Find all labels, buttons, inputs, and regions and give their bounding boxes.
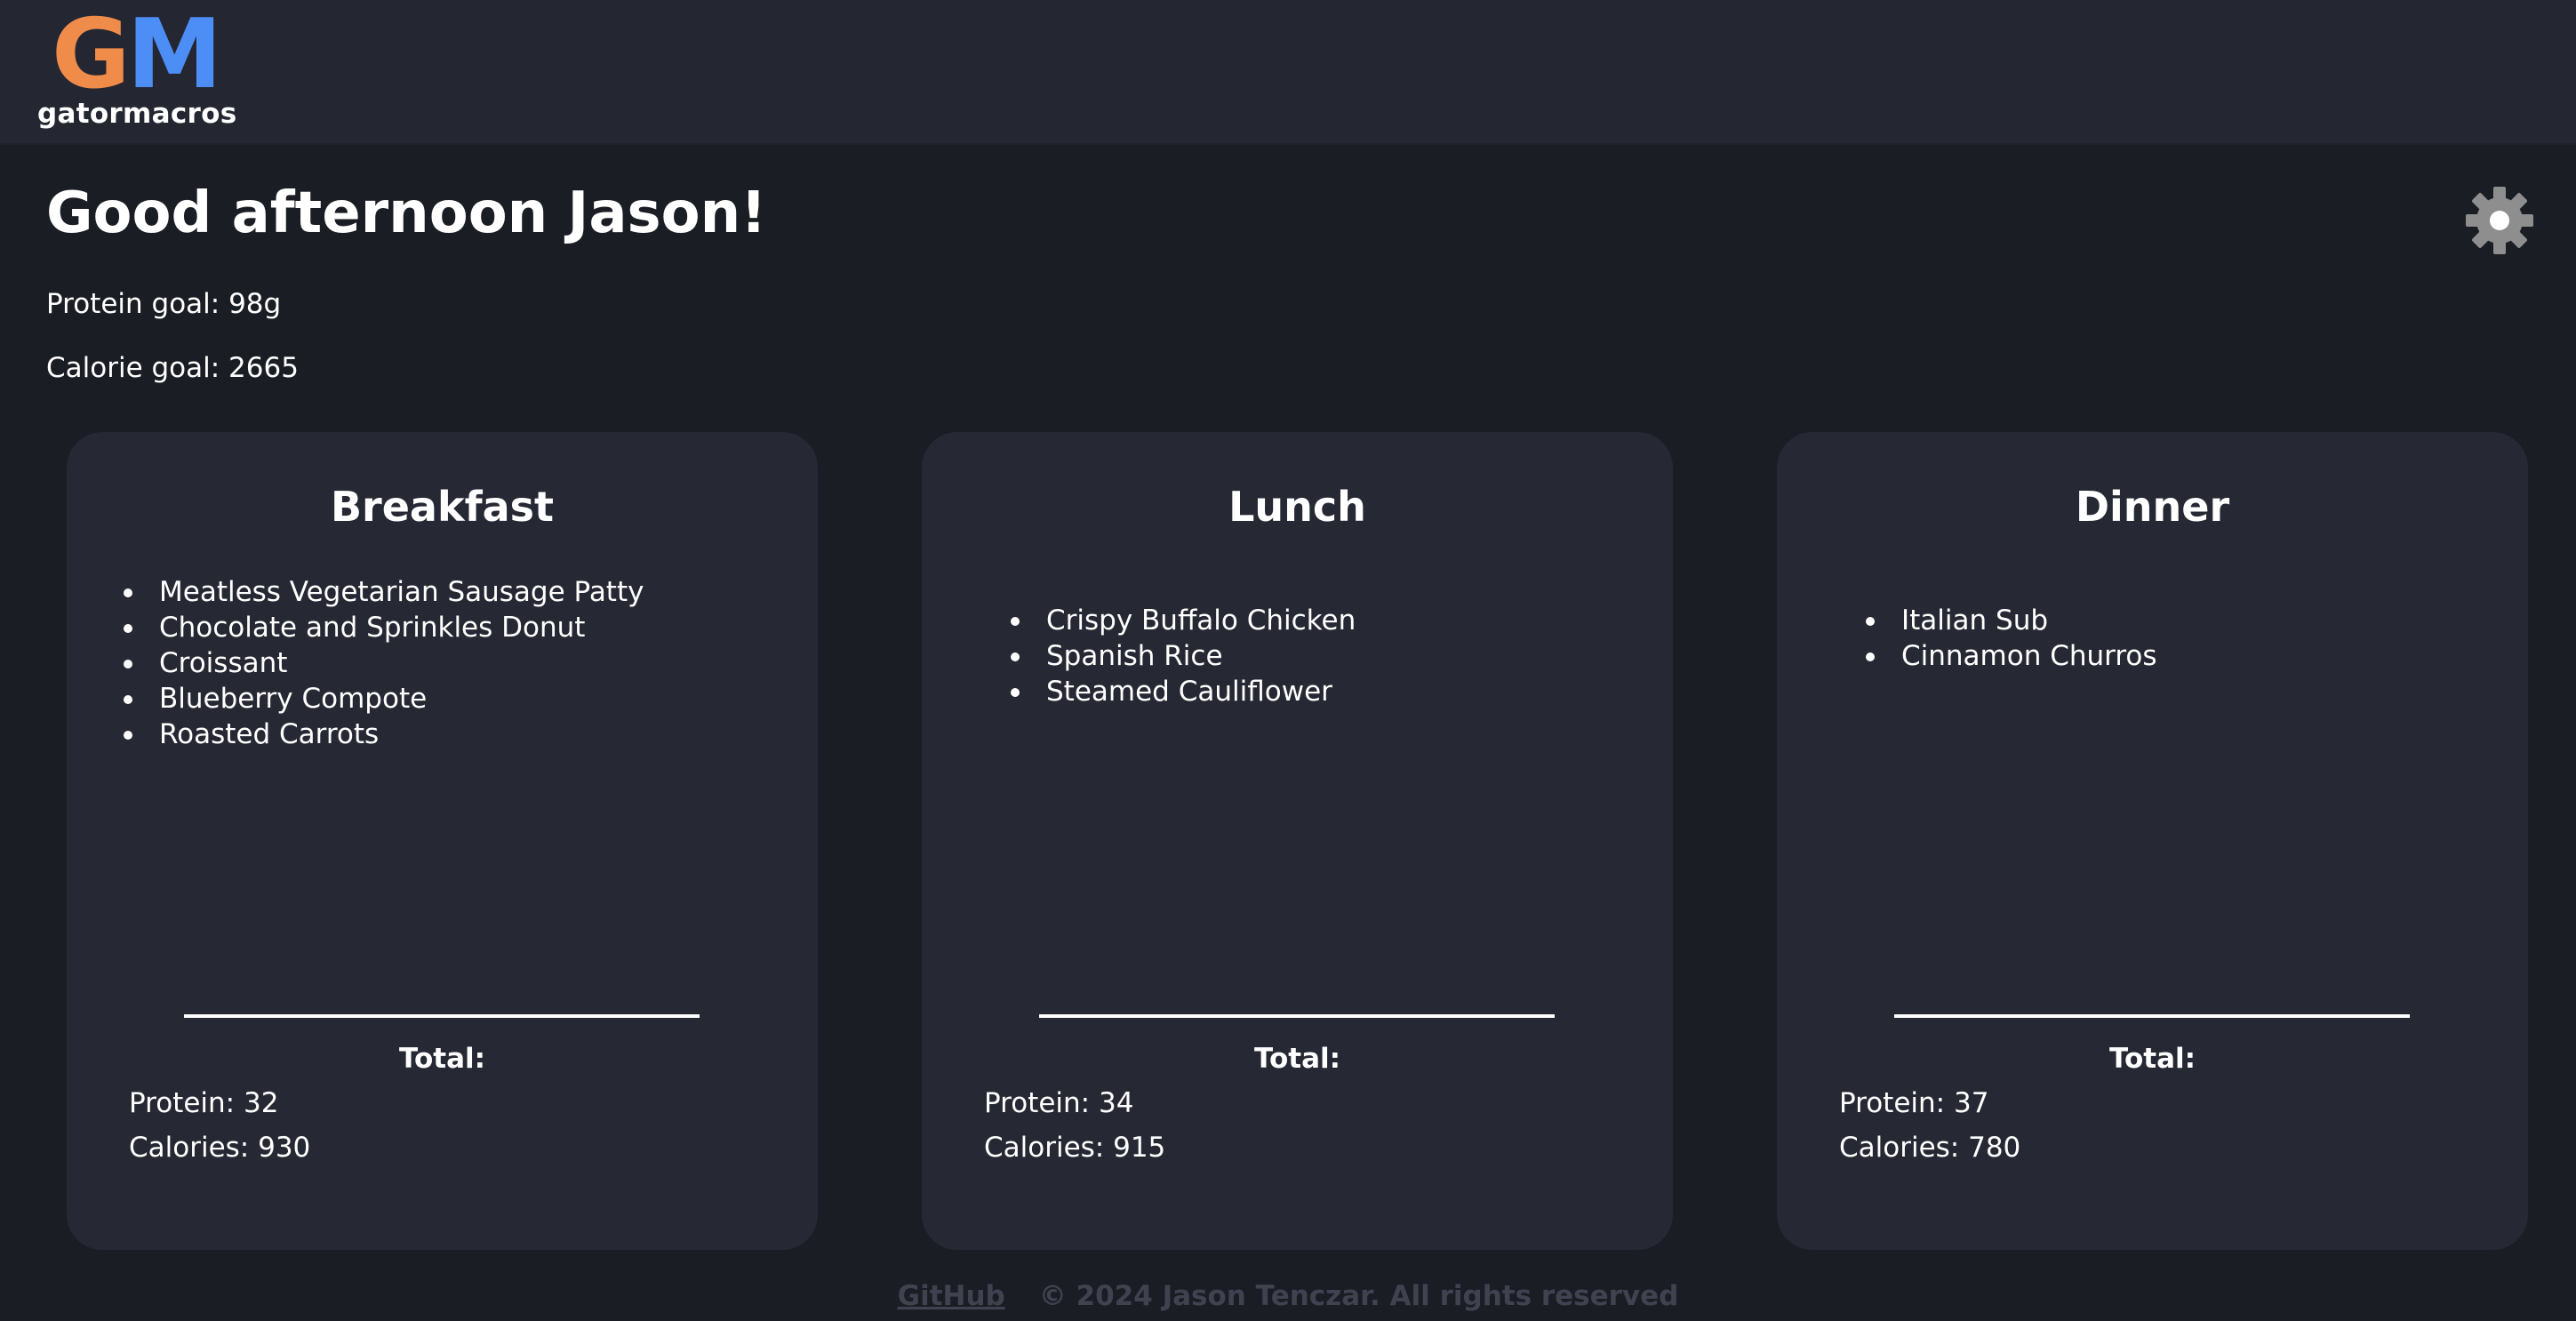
list-item: Croissant [123,645,644,681]
meal-item-list: Meatless Vegetarian Sausage Patty Chocol… [123,574,644,752]
list-item: Italian Sub [1866,603,2157,638]
total-label: Total: [1253,1043,1341,1075]
total-calories: Calories: 780 [1839,1132,2021,1164]
total-divider [1894,1014,2410,1018]
total-divider [184,1014,700,1018]
meal-title: Dinner [2075,483,2230,531]
list-item: Steamed Cauliflower [1010,674,1356,709]
total-protein: Protein: 34 [984,1087,1134,1119]
gatormacros-logo[interactable]: GM gatormacros [37,5,236,139]
meal-title: Lunch [1228,483,1366,531]
total-calories: Calories: 915 [984,1132,1166,1164]
greeting-heading: Good afternoon Jason! [46,180,767,246]
settings-button[interactable] [2464,185,2535,256]
gear-icon [2466,187,2533,254]
meal-item-list: Crispy Buffalo Chicken Spanish Rice Stea… [1010,603,1356,709]
total-label: Total: [2108,1043,2196,1075]
meal-card-lunch: Lunch Crispy Buffalo Chicken Spanish Ric… [922,432,1673,1250]
copyright-text: © 2024 Jason Tenczar. All rights reserve… [1038,1280,1679,1312]
list-item: Meatless Vegetarian Sausage Patty [123,576,644,608]
logo-wordmark: gatormacros [37,98,237,130]
logo-letter-g: G [52,0,131,110]
total-protein: Protein: 37 [1839,1087,1989,1119]
logo-mark: GM [52,5,222,105]
protein-goal: Protein goal: 98g [46,288,282,320]
total-label: Total: [398,1043,486,1075]
page-footer: GitHub © 2024 Jason Tenczar. All rights r… [0,1277,2576,1316]
total-protein: Protein: 32 [129,1087,279,1119]
calorie-goal: Calorie goal: 2665 [46,352,299,384]
list-item: Cinnamon Churros [1866,640,2157,672]
github-link[interactable]: GitHub [898,1280,1005,1312]
top-header: GM gatormacros [0,0,2576,145]
meal-item-list: Italian Sub Cinnamon Churros [1866,603,2157,674]
list-item: Blueberry Compote [123,681,644,717]
meal-title: Breakfast [330,483,554,531]
list-item: Crispy Buffalo Chicken [1010,604,1356,636]
total-calories: Calories: 930 [129,1132,311,1164]
meal-card-breakfast: Breakfast Meatless Vegetarian Sausage Pa… [67,432,818,1250]
list-item: Roasted Carrots [123,717,644,752]
list-item: Spanish Rice [1010,638,1356,674]
list-item: Chocolate and Sprinkles Donut [123,610,644,645]
logo-letter-m: M [126,0,223,110]
meal-card-dinner: Dinner Italian Sub Cinnamon Churros Tota… [1777,432,2528,1250]
total-divider [1039,1014,1555,1018]
